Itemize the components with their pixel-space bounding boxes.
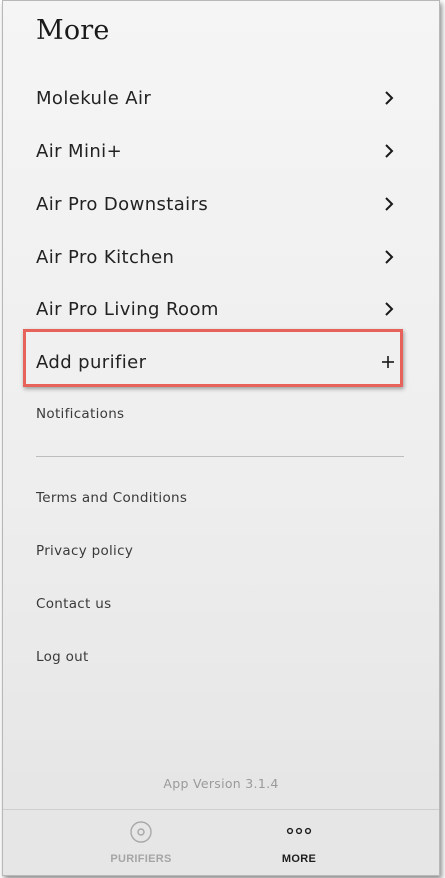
add-purifier-label: Add purifier [36, 351, 147, 373]
chevron-right-icon [382, 89, 396, 107]
tab-purifiers-label: PURIFIERS [110, 853, 172, 865]
chevron-right-icon [382, 142, 396, 160]
purifier-item-label: Air Pro Living Room [36, 298, 219, 320]
purifier-item-label: Molekule Air [36, 87, 152, 109]
purifier-icon [129, 820, 153, 849]
purifier-item-air-pro-kitchen[interactable]: Air Pro Kitchen [36, 237, 396, 277]
chevron-right-icon [382, 195, 396, 213]
log-out-link[interactable]: Log out [36, 649, 89, 665]
terms-link[interactable]: Terms and Conditions [36, 490, 187, 506]
tab-bar: PURIFIERS MORE [3, 809, 439, 875]
plus-icon [380, 354, 396, 370]
app-version: App Version 3.1.4 [163, 776, 279, 791]
purifier-item-label: Air Mini+ [36, 140, 123, 162]
more-dots-icon [286, 820, 312, 847]
notifications-link[interactable]: Notifications [36, 406, 124, 422]
purifier-item-air-mini-plus[interactable]: Air Mini+ [36, 131, 396, 171]
purifier-item-label: Air Pro Kitchen [36, 246, 175, 268]
tab-purifiers[interactable]: PURIFIERS [76, 810, 206, 875]
app-screen: More Molekule Air Air Mini+ Air Pro Down… [2, 0, 440, 876]
contact-us-link[interactable]: Contact us [36, 596, 111, 612]
divider [36, 456, 404, 457]
chevron-right-icon [382, 248, 396, 266]
purifier-item-label: Air Pro Downstairs [36, 193, 209, 215]
tab-more[interactable]: MORE [234, 810, 364, 875]
page-title: More [36, 15, 110, 46]
purifier-item-air-pro-downstairs[interactable]: Air Pro Downstairs [36, 184, 396, 224]
purifier-item-molekule-air[interactable]: Molekule Air [36, 78, 396, 118]
privacy-policy-link[interactable]: Privacy policy [36, 543, 133, 559]
add-purifier-button[interactable]: Add purifier [36, 342, 396, 382]
tab-more-label: MORE [281, 853, 317, 865]
purifier-item-air-pro-living-room[interactable]: Air Pro Living Room [36, 289, 396, 329]
chevron-right-icon [382, 300, 396, 318]
